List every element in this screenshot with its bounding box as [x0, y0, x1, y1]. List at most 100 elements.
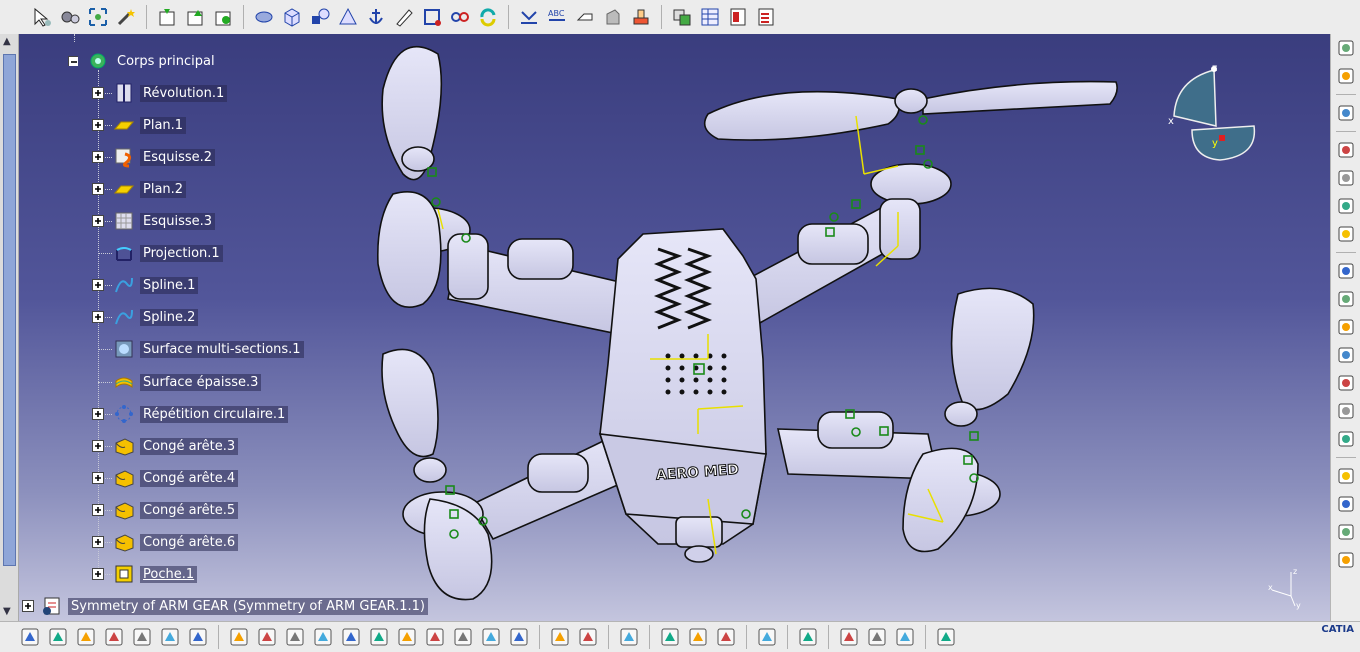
formula-icon[interactable] [18, 625, 42, 649]
tree-item[interactable]: Répétition circulaire.1 [92, 403, 289, 425]
stamp-icon[interactable] [629, 5, 653, 29]
update-icon[interactable] [755, 625, 779, 649]
camera-icon[interactable] [576, 625, 600, 649]
scroll-down-icon[interactable]: ▼ [3, 606, 11, 617]
tree-icon[interactable] [130, 625, 154, 649]
arrow-icon[interactable] [1334, 259, 1358, 283]
expand-icon[interactable] [92, 504, 104, 516]
axis-icon[interactable] [517, 5, 541, 29]
gears-icon[interactable] [1334, 36, 1358, 60]
expand-icon[interactable] [92, 311, 104, 323]
expand-icon[interactable] [92, 408, 104, 420]
render-icon[interactable] [479, 625, 503, 649]
expand-icon[interactable] [92, 119, 104, 131]
tree-item[interactable]: Congé arête.6 [92, 531, 239, 553]
expand-icon[interactable] [92, 279, 104, 291]
ab-icon[interactable] [1334, 315, 1358, 339]
list-lines-icon[interactable] [1334, 343, 1358, 367]
pan-icon[interactable] [283, 625, 307, 649]
expand-icon[interactable] [92, 151, 104, 163]
star-icon[interactable] [837, 625, 861, 649]
compass-widget[interactable]: z x y [1168, 60, 1258, 174]
normal-view-icon[interactable] [395, 625, 419, 649]
comment-icon[interactable] [46, 625, 70, 649]
box-icon[interactable] [865, 625, 889, 649]
frame-icon[interactable] [420, 5, 444, 29]
expand-icon[interactable] [92, 472, 104, 484]
weight-icon[interactable] [714, 625, 738, 649]
cursor-gear-icon[interactable] [1334, 101, 1358, 125]
tree-item[interactable]: Projection.1 [92, 242, 223, 264]
card-icon[interactable] [796, 625, 820, 649]
capture-icon[interactable] [617, 625, 641, 649]
distance-icon[interactable] [658, 625, 682, 649]
collapse-icon[interactable] [68, 56, 78, 66]
plane-icon[interactable] [336, 5, 360, 29]
pencil-icon[interactable] [392, 5, 416, 29]
expand-icon[interactable] [92, 440, 104, 452]
query-icon[interactable] [451, 625, 475, 649]
vertical-scrollbar[interactable]: ▲ ▼ [0, 34, 19, 621]
table-icon[interactable] [698, 5, 722, 29]
zoom-in-icon[interactable] [339, 625, 363, 649]
list-icon[interactable] [186, 625, 210, 649]
pin-icon[interactable] [74, 625, 98, 649]
scrollbar-thumb[interactable] [3, 54, 16, 566]
grid-icon[interactable] [934, 625, 958, 649]
tree-item[interactable]: Esquisse.2 [92, 146, 216, 168]
tree-item[interactable]: Congé arête.5 [92, 499, 239, 521]
tree-item[interactable]: Surface multi-sections.1 [92, 338, 304, 360]
lines-icon[interactable] [1334, 194, 1358, 218]
multi-color-icon[interactable] [893, 625, 917, 649]
tree-item[interactable]: Congé arête.3 [92, 435, 239, 457]
doc-gear-icon[interactable] [1334, 166, 1358, 190]
tag-icon[interactable] [601, 5, 625, 29]
inertia-icon[interactable] [686, 625, 710, 649]
text-a-icon[interactable] [1334, 371, 1358, 395]
plane-fly-icon[interactable] [227, 625, 251, 649]
dimension-icon[interactable] [573, 5, 597, 29]
iso-view-icon[interactable] [423, 625, 447, 649]
doc-red-2-icon[interactable] [754, 5, 778, 29]
tree-item[interactable]: Plan.1 [92, 114, 187, 136]
expand-icon[interactable] [92, 87, 104, 99]
zoom-out-icon[interactable] [367, 625, 391, 649]
select-icon[interactable] [30, 5, 54, 29]
doc-red-icon[interactable] [726, 5, 750, 29]
fit-icon[interactable] [86, 5, 110, 29]
doc-arrow-icon[interactable] [1334, 287, 1358, 311]
scroll-up-icon[interactable]: ▲ [3, 36, 11, 47]
tree-root[interactable]: Corps principal [68, 50, 218, 72]
shape-icon[interactable] [308, 5, 332, 29]
stack-icon[interactable] [1334, 492, 1358, 516]
gear-red-icon[interactable] [1334, 548, 1358, 572]
anchor-icon[interactable] [364, 5, 388, 29]
tree-red-icon[interactable] [1334, 520, 1358, 544]
cube-icon[interactable] [280, 5, 304, 29]
table-icon[interactable] [102, 625, 126, 649]
import-green-icon[interactable] [211, 5, 235, 29]
save-green-icon[interactable] [155, 5, 179, 29]
expand-icon[interactable] [92, 568, 104, 580]
tree-item[interactable]: Spline.2 [92, 306, 199, 328]
shading-icon[interactable] [507, 625, 531, 649]
expand-icon[interactable] [92, 215, 104, 227]
tree-item[interactable]: Surface épaisse.3 [92, 371, 262, 393]
gears-2-icon[interactable] [1334, 138, 1358, 162]
fit-all-icon[interactable] [255, 625, 279, 649]
flow-icon[interactable] [1334, 427, 1358, 451]
magic-icon[interactable] [114, 5, 138, 29]
sketch-axis-icon[interactable] [548, 625, 572, 649]
text-abc-icon[interactable]: ABC [545, 5, 569, 29]
shift-icon[interactable] [1334, 222, 1358, 246]
link-icon[interactable] [448, 5, 472, 29]
export-green-icon[interactable] [183, 5, 207, 29]
tree-item[interactable]: Révolution.1 [92, 82, 228, 104]
lock-icon[interactable] [158, 625, 182, 649]
settings-icon[interactable] [58, 5, 82, 29]
tree-symmetry-part[interactable]: Symmetry of ARM GEAR (Symmetry of ARM GE… [22, 595, 428, 617]
expand-icon[interactable] [92, 183, 104, 195]
cursor-icon[interactable] [1334, 64, 1358, 88]
tree-item[interactable]: Plan.2 [92, 178, 187, 200]
measure-icon[interactable] [252, 5, 276, 29]
